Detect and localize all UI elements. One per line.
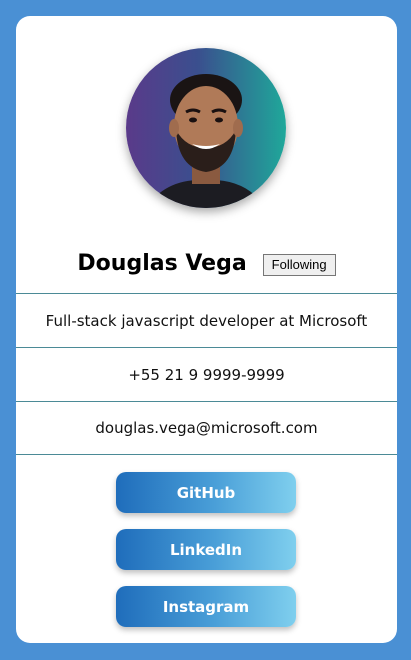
avatar [126,48,286,208]
profile-card: Douglas Vega Following Full-stack javasc… [16,16,397,643]
phone-row: +55 21 9 9999-9999 [16,347,397,401]
name-row: Douglas Vega Following [16,248,397,278]
bio-row: Full-stack javascript developer at Micro… [16,293,397,347]
instagram-button[interactable]: Instagram [116,586,296,627]
github-button[interactable]: GitHub [116,472,296,513]
following-button[interactable]: Following [262,254,336,276]
avatar-photo [126,48,286,208]
linkedin-button[interactable]: LinkedIn [116,529,296,570]
email-row: douglas.vega@microsoft.com [16,401,397,455]
profile-name: Douglas Vega [77,250,247,276]
